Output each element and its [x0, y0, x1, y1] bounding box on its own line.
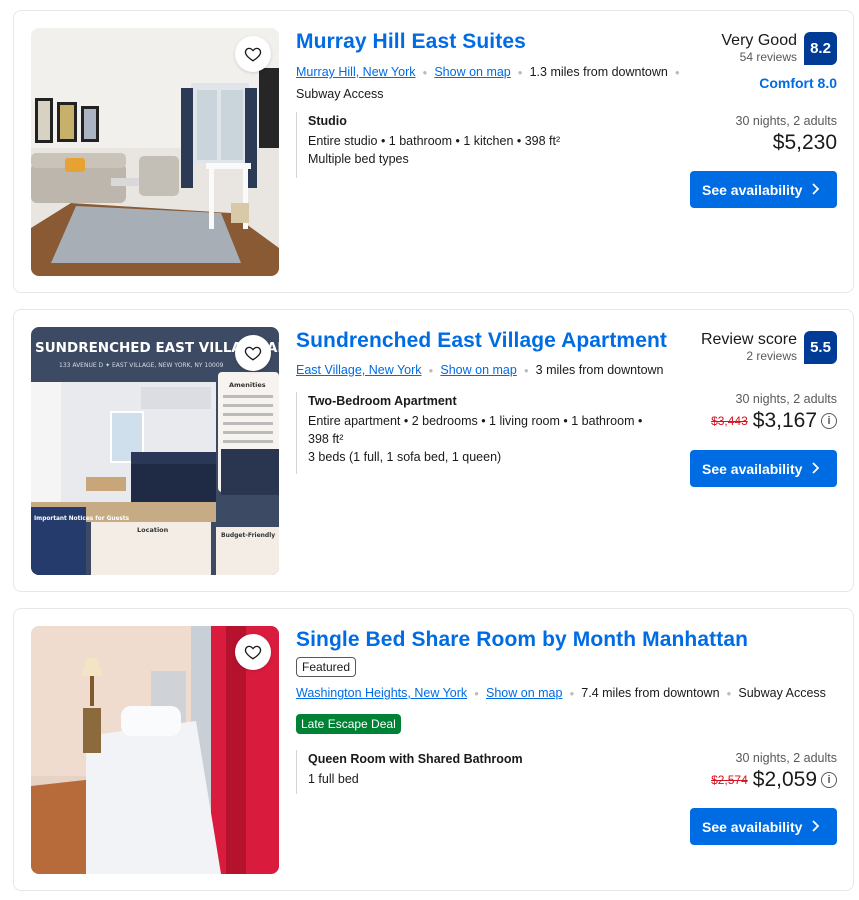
chevron-right-icon — [812, 183, 820, 195]
listing-card[interactable]: Single Bed Share Room by Month Manhattan… — [13, 608, 854, 891]
review-count: 2 reviews — [746, 349, 797, 363]
review-score-badge[interactable]: 8.2 — [804, 32, 837, 65]
rating-word: Very Good — [721, 32, 797, 49]
unit-size: 398 ft² — [308, 432, 344, 446]
current-price: $2,059 — [752, 768, 817, 791]
rating-summary[interactable]: Very Good 54 reviews — [721, 32, 797, 64]
separator: ● — [569, 688, 575, 698]
info-circle-icon[interactable]: i — [821, 413, 837, 429]
unit-name: Two-Bedroom Apartment — [308, 394, 457, 408]
separator: ● — [422, 67, 428, 77]
button-label: See availability — [702, 460, 803, 477]
original-price: $2,574 — [711, 773, 748, 787]
unit-name: Queen Room with Shared Bathroom — [308, 752, 523, 766]
location-row: Murray Hill, New York ● Show on map ● 1.… — [296, 65, 687, 79]
current-price: $3,167 — [752, 409, 817, 432]
separator: ● — [517, 67, 523, 77]
rating-word: Review score — [700, 331, 797, 348]
unit-details: Entire studio • 1 bathroom • 1 kitchen •… — [308, 134, 561, 148]
deal-badge: Late Escape Deal — [296, 714, 401, 734]
photo-address: 133 AVENUE D ✦ EAST VILLAGE, NEW YORK, N… — [59, 362, 224, 369]
bed-info: 1 full bed — [308, 772, 359, 786]
separator: ● — [474, 688, 479, 698]
review-count: 54 reviews — [739, 50, 797, 64]
favorite-button[interactable] — [235, 634, 271, 670]
area-link[interactable]: Murray Hill, New York — [296, 65, 415, 79]
separator: ● — [428, 365, 434, 375]
button-label: See availability — [702, 181, 803, 198]
show-on-map-link[interactable]: Show on map — [440, 363, 516, 377]
separator: ● — [523, 365, 529, 375]
listing-card[interactable]: Murray Hill East Suites Murray Hill, New… — [13, 10, 854, 293]
location-row: East Village, New York ● Show on map ● 3… — [296, 363, 664, 377]
property-title[interactable]: Murray Hill East Suites — [296, 30, 526, 54]
amenity-text: Subway Access — [738, 686, 826, 700]
favorite-button[interactable] — [235, 335, 271, 371]
featured-badge: Featured — [296, 657, 357, 677]
distance-text: 7.4 miles from downtown — [581, 686, 720, 700]
location-row: Washington Heights, New York ● Show on m… — [296, 686, 826, 700]
property-title[interactable]: Single Bed Share Room by Month Manhattan — [296, 628, 748, 652]
see-availability-button[interactable]: See availability — [690, 450, 837, 487]
current-price: $5,230 — [772, 131, 837, 154]
stay-length: 30 nights, 2 adults — [735, 751, 837, 765]
heart-outline-icon — [244, 346, 262, 361]
rating-summary[interactable]: Review score 2 reviews — [701, 331, 797, 363]
bed-info: 3 beds (1 full, 1 sofa bed, 1 queen) — [308, 450, 502, 464]
favorite-button[interactable] — [235, 36, 271, 72]
heart-outline-icon — [244, 645, 262, 660]
unit-name: Studio — [308, 114, 347, 128]
see-availability-button[interactable]: See availability — [690, 171, 837, 208]
distance-text: 3 miles from downtown — [535, 363, 664, 377]
stay-length: 30 nights, 2 adults — [735, 392, 837, 406]
show-on-map-link[interactable]: Show on map — [486, 686, 562, 700]
original-price: $3,443 — [711, 414, 748, 428]
property-title[interactable]: Sundrenched East Village Apartment — [296, 329, 667, 353]
separator: ● — [726, 688, 732, 698]
photo-notices-label: Important Notices for Guests — [34, 516, 130, 522]
info-circle-icon[interactable]: i — [821, 772, 837, 788]
photo-budget-label: Budget-Friendly — [221, 532, 275, 539]
area-link[interactable]: East Village, New York — [296, 363, 422, 377]
chevron-right-icon — [812, 462, 820, 474]
button-label: See availability — [702, 818, 803, 835]
price-display: $2,574 $2,059 i — [711, 768, 837, 792]
unit-info: Queen Room with Shared Bathroom 1 full b… — [296, 750, 523, 794]
unit-info: Two-Bedroom Apartment Entire apartment •… — [296, 392, 642, 474]
separator: ● — [674, 67, 680, 77]
property-photo[interactable] — [31, 626, 279, 874]
photo-location-label: Location — [137, 526, 169, 534]
area-link[interactable]: Washington Heights, New York — [296, 686, 467, 700]
property-photo[interactable]: SUNDRENCHED EAST VILLAGE APARTMENT 133 A… — [31, 327, 279, 575]
show-on-map-link[interactable]: Show on map — [434, 65, 510, 79]
chevron-right-icon — [812, 820, 820, 832]
listing-card[interactable]: SUNDRENCHED EAST VILLAGE APARTMENT 133 A… — [13, 309, 854, 592]
review-score-badge[interactable]: 5.5 — [804, 331, 837, 364]
price-display: $3,443 $3,167 i — [711, 409, 837, 433]
photo-amenities-label: Amenities — [229, 381, 266, 389]
property-photo[interactable] — [31, 28, 279, 276]
stay-length: 30 nights, 2 adults — [735, 114, 837, 128]
price-display: $5,230 — [773, 131, 837, 155]
comfort-score: Comfort 8.0 — [759, 75, 837, 91]
bed-info: Multiple bed types — [308, 152, 409, 166]
unit-details: Entire apartment • 2 bedrooms • 1 living… — [308, 414, 643, 428]
distance-text: 1.3 miles from downtown — [529, 65, 668, 79]
amenity-text: Subway Access — [296, 87, 384, 101]
heart-outline-icon — [244, 47, 262, 62]
unit-info: Studio Entire studio • 1 bathroom • 1 ki… — [296, 112, 560, 178]
see-availability-button[interactable]: See availability — [690, 808, 837, 845]
